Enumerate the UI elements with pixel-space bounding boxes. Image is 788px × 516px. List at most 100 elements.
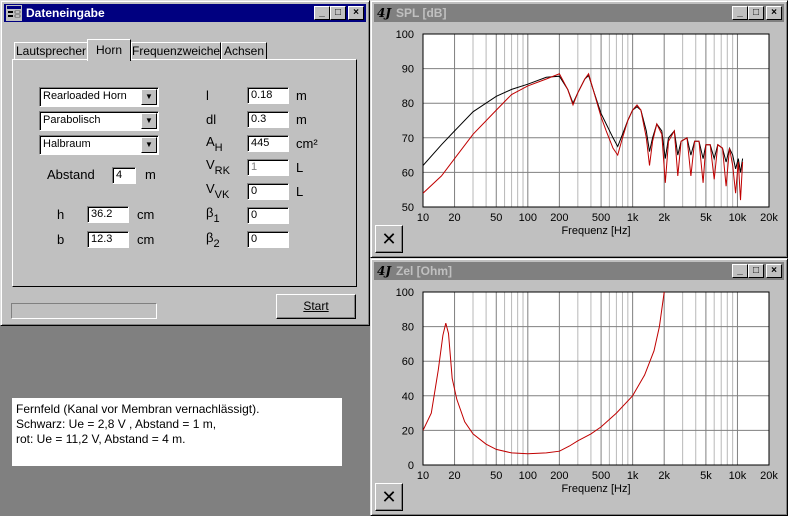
maximize-button[interactable]: □	[748, 6, 764, 20]
b-unit: cm	[137, 232, 155, 247]
dialog-title: Dateneingabe	[26, 6, 105, 20]
x-tick-label: 2k	[658, 212, 670, 224]
param-beta2-input[interactable]: 0	[247, 231, 289, 248]
x-tick-label: 10k	[729, 212, 747, 224]
close-button[interactable]: ×	[766, 6, 782, 20]
param-unit: cm²	[296, 136, 318, 151]
zel-app-icon: 4J	[377, 264, 392, 278]
x-tick-label: 20	[448, 470, 460, 482]
clear-tool-button[interactable]: ✕	[375, 483, 403, 511]
close-button[interactable]: ×	[348, 6, 364, 20]
radiation-space-select[interactable]: Halbraum ▼	[39, 135, 159, 155]
zel-titlebar[interactable]: 4J Zel [Ohm] _ □ ×	[374, 262, 784, 280]
y-tick-label: 60	[402, 356, 414, 368]
param-vvk-input[interactable]: 0	[247, 183, 289, 200]
radiation-space-value: Halbraum	[43, 138, 91, 150]
tab-lautsprecher[interactable]: Lautsprecher	[14, 42, 88, 60]
param-label: l	[206, 88, 209, 103]
chevron-down-icon[interactable]: ▼	[141, 137, 157, 153]
y-tick-label: 80	[402, 98, 414, 110]
start-button[interactable]: Start	[276, 294, 356, 319]
spl-app-icon: 4J	[377, 6, 392, 20]
maximize-button[interactable]: □	[748, 264, 764, 278]
abstand-unit: m	[145, 167, 156, 182]
tab-horn[interactable]: Horn	[87, 39, 131, 61]
param-ah-input[interactable]: 445	[247, 135, 289, 152]
x-tick-label: 10	[417, 212, 429, 224]
y-tick-label: 80	[402, 322, 414, 334]
x-icon: ✕	[381, 229, 397, 249]
param-dl-input[interactable]: 0.3	[247, 111, 289, 128]
h-label: h	[57, 207, 65, 222]
x-tick-label: 200	[550, 470, 568, 482]
chevron-down-icon[interactable]: ▼	[141, 113, 157, 129]
h-unit: cm	[137, 207, 155, 222]
close-button[interactable]: ×	[766, 264, 782, 278]
horn-type-select[interactable]: Rearloaded Horn ▼	[39, 87, 159, 107]
x-tick-label: 5k	[700, 470, 712, 482]
minimize-button[interactable]: _	[732, 6, 748, 20]
spl-window: 4J SPL [dB] _ □ × 50 60 70 80 90 100 10 20 50 100…	[370, 0, 788, 258]
plot-area	[423, 292, 769, 465]
minimize-button[interactable]: _	[314, 6, 330, 20]
x-tick-label: 2k	[658, 470, 670, 482]
param-label: VRK	[206, 157, 230, 177]
dateneingabe-window: Dateneingabe _ □ × Lautsprecher Horn Fre…	[0, 0, 370, 326]
progress-bar	[11, 303, 157, 319]
minimize-button[interactable]: _	[732, 264, 748, 278]
param-label: VVK	[206, 181, 230, 201]
abstand-input[interactable]: 4	[112, 167, 136, 184]
chevron-down-icon[interactable]: ▼	[141, 89, 157, 105]
param-label: AH	[206, 134, 223, 154]
x-tick-label: 500	[592, 212, 610, 224]
x-icon: ✕	[381, 487, 397, 507]
x-tick-label: 500	[592, 470, 610, 482]
horn-profile-select[interactable]: Parabolisch ▼	[39, 111, 159, 131]
b-label: b	[57, 232, 65, 247]
param-unit: L	[296, 184, 304, 199]
spl-title: SPL [dB]	[396, 6, 447, 20]
param-label: β2	[206, 230, 220, 250]
zel-chart: 0 20 40 60 80 100 10 20 50 100 200 500 1k 2k 5k 10k 20k F…	[396, 287, 779, 495]
param-unit: m	[296, 112, 307, 127]
x-axis-label: Frequenz [Hz]	[561, 483, 630, 495]
x-tick-label: 20k	[760, 470, 778, 482]
start-label: Start	[303, 299, 329, 313]
note-box: Fernfeld (Kanal vor Membran vernachlässi…	[12, 398, 342, 466]
param-vrk-input: 1	[247, 159, 289, 176]
plot-area	[423, 34, 769, 207]
app-icon	[6, 5, 22, 21]
x-tick-label: 20k	[760, 212, 778, 224]
x-tick-label: 100	[519, 212, 537, 224]
y-tick-label: 60	[402, 167, 414, 179]
abstand-label: Abstand	[47, 167, 95, 182]
param-unit: L	[296, 160, 304, 175]
x-tick-label: 100	[519, 470, 537, 482]
param-label: β1	[206, 205, 220, 225]
y-tick-label: 100	[396, 29, 414, 41]
horn-profile-value: Parabolisch	[43, 114, 101, 126]
y-tick-label: 70	[402, 133, 414, 145]
clear-tool-button[interactable]: ✕	[375, 225, 403, 253]
y-tick-label: 100	[396, 287, 414, 299]
x-tick-label: 10k	[729, 470, 747, 482]
x-axis-label: Frequenz [Hz]	[561, 225, 630, 237]
zel-title: Zel [Ohm]	[396, 264, 452, 278]
spl-chart: 50 60 70 80 90 100 10 20 50 100 200 500 1k 2k 5k 10k 20k…	[396, 29, 779, 237]
spl-titlebar[interactable]: 4J SPL [dB] _ □ ×	[374, 4, 784, 22]
param-beta1-input[interactable]: 0	[247, 207, 289, 224]
param-unit: m	[296, 88, 307, 103]
tab-achsen[interactable]: Achsen	[221, 42, 267, 60]
note-line: Schwarz: Ue = 2,8 V , Abstand = 1 m,	[16, 417, 217, 431]
maximize-button[interactable]: □	[330, 6, 346, 20]
x-tick-label: 200	[550, 212, 568, 224]
h-input[interactable]: 36.2	[87, 206, 129, 223]
y-tick-label: 20	[402, 425, 414, 437]
param-l-input[interactable]: 0.18	[247, 87, 289, 104]
x-tick-label: 1k	[627, 470, 639, 482]
tab-frequenzweiche[interactable]: Frequenzweiche	[131, 42, 221, 60]
horn-type-value: Rearloaded Horn	[43, 90, 127, 102]
dialog-titlebar[interactable]: Dateneingabe _ □ ×	[4, 4, 366, 22]
b-input[interactable]: 12.3	[87, 231, 129, 248]
y-tick-label: 90	[402, 64, 414, 76]
